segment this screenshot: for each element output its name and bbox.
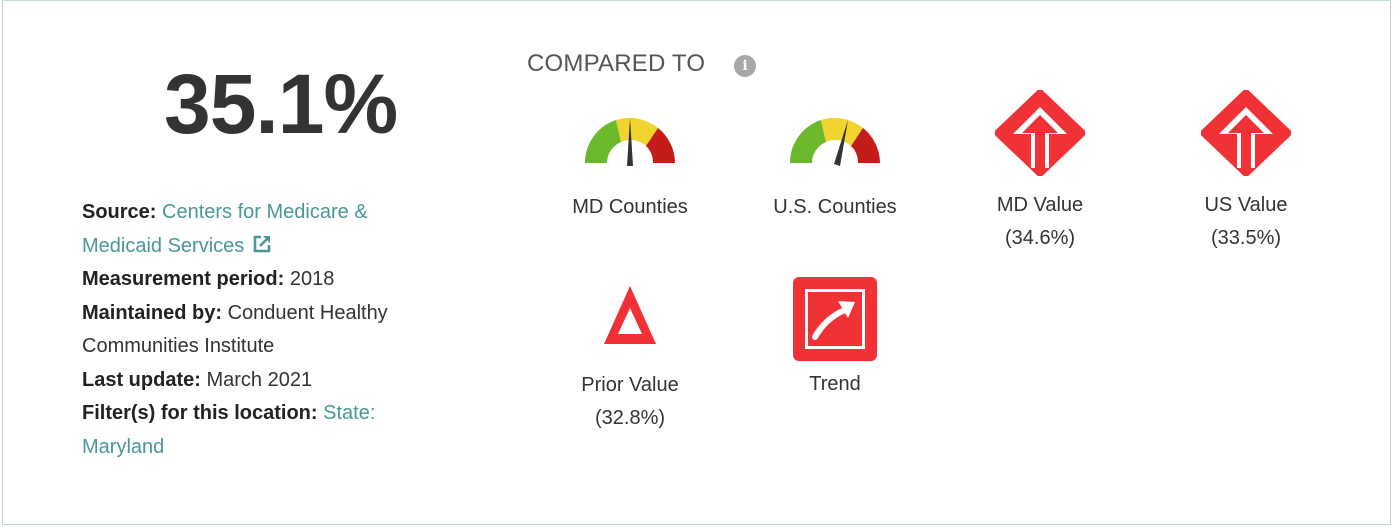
source-line: Source: Centers for Medicare & Medicaid … (82, 196, 442, 263)
md-counties-label: MD Counties (572, 196, 688, 218)
triangle-icon (604, 286, 656, 344)
maintained-label: Maintained by: (82, 301, 223, 324)
md-value-number: (34.6%) (1004, 227, 1076, 249)
gauge-icon (789, 117, 880, 166)
indicator-value: 35.1% (164, 57, 398, 151)
prior-value-number: (32.8%) (594, 407, 666, 429)
source-label: Source: (82, 201, 157, 223)
us-value-comparison[interactable]: US Value (33.5%) (1171, 89, 1321, 255)
us-counties-comparison[interactable]: U.S. Counties (760, 110, 910, 224)
prior-value-label: Prior Value (581, 374, 679, 396)
trend-label: Trend (809, 373, 861, 395)
info-icon[interactable]: i (734, 55, 756, 77)
md-value-label: MD Value (996, 194, 1084, 216)
md-counties-comparison[interactable]: MD Counties (555, 110, 705, 224)
period-label: Measurement period: (82, 268, 285, 290)
up-arrow-diamond-icon (1200, 89, 1292, 177)
update-line: Last update: March 2021 (82, 364, 442, 398)
external-link-icon[interactable] (252, 234, 272, 254)
prior-value-comparison[interactable]: Prior Value (32.8%) (555, 284, 705, 435)
update-value: March 2021 (206, 368, 313, 391)
maintained-line: Maintained by: Conduent Healthy Communit… (82, 297, 442, 364)
trend-up-icon (793, 277, 877, 361)
md-value-comparison[interactable]: MD Value (34.6%) (965, 89, 1115, 255)
update-label: Last update: (82, 368, 201, 391)
us-counties-label: U.S. Counties (773, 196, 897, 218)
us-value-label: US Value (1204, 194, 1288, 216)
us-value-number: (33.5%) (1210, 227, 1282, 249)
filter-label: Filter(s) for this location: (82, 402, 318, 424)
trend-comparison[interactable]: Trend (760, 277, 910, 401)
gauge-icon (584, 117, 675, 166)
period-value: 2018 (289, 268, 335, 290)
source-info: Source: Centers for Medicare & Medicaid … (82, 196, 442, 464)
filter-line: Filter(s) for this location: State: Mary… (82, 397, 442, 464)
compared-to-heading: COMPARED TO (527, 50, 706, 77)
up-arrow-diamond-icon (994, 89, 1086, 177)
period-line: Measurement period: 2018 (82, 263, 442, 297)
